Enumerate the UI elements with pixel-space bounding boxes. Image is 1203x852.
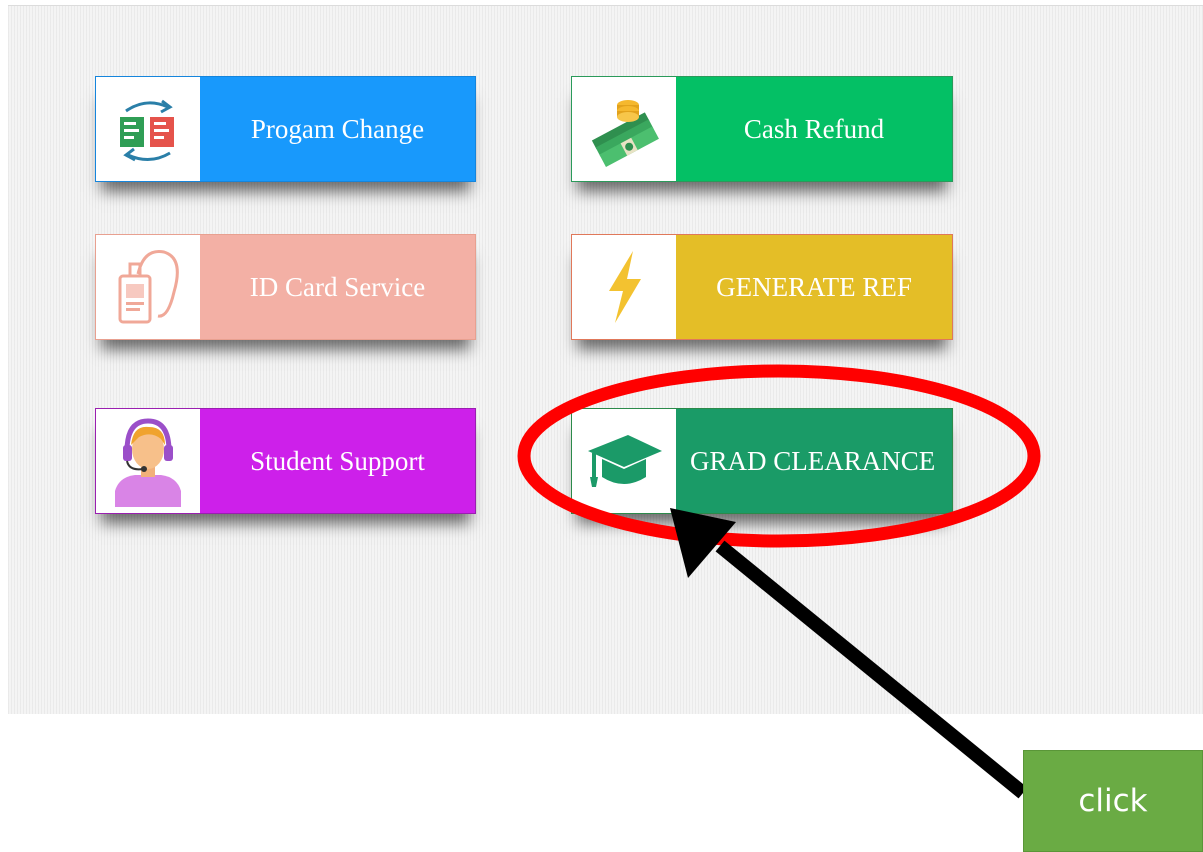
- id-card-icon: [96, 235, 200, 339]
- tile-grad-clearance[interactable]: GRAD CLEARANCE: [571, 408, 953, 514]
- cash-refund-icon: [572, 77, 676, 181]
- tile-student-support[interactable]: Student Support: [95, 408, 476, 514]
- lightning-icon: [572, 235, 676, 339]
- tile-label: Student Support: [250, 445, 425, 476]
- tile-label: ID Card Service: [249, 271, 426, 302]
- tile-id-card-service[interactable]: ID Card Service: [95, 234, 476, 340]
- click-button[interactable]: click: [1023, 750, 1203, 852]
- program-change-icon: [96, 77, 200, 181]
- tile-label: GRAD CLEARANCE: [690, 445, 936, 476]
- screenshot-stage: Progam Change Cash Refund ID Card Servic…: [0, 0, 1203, 852]
- tile-program-change[interactable]: Progam Change: [95, 76, 476, 182]
- tile-label: Progam Change: [250, 113, 425, 144]
- graduation-cap-icon: [572, 409, 676, 513]
- service-panel: Progam Change Cash Refund ID Card Servic…: [8, 5, 1203, 714]
- tile-generate-ref[interactable]: GENERATE REF: [571, 234, 953, 340]
- student-support-icon: [96, 409, 200, 513]
- tile-label: GENERATE REF: [716, 271, 912, 302]
- tile-label: Cash Refund: [743, 113, 885, 144]
- tile-cash-refund[interactable]: Cash Refund: [571, 76, 953, 182]
